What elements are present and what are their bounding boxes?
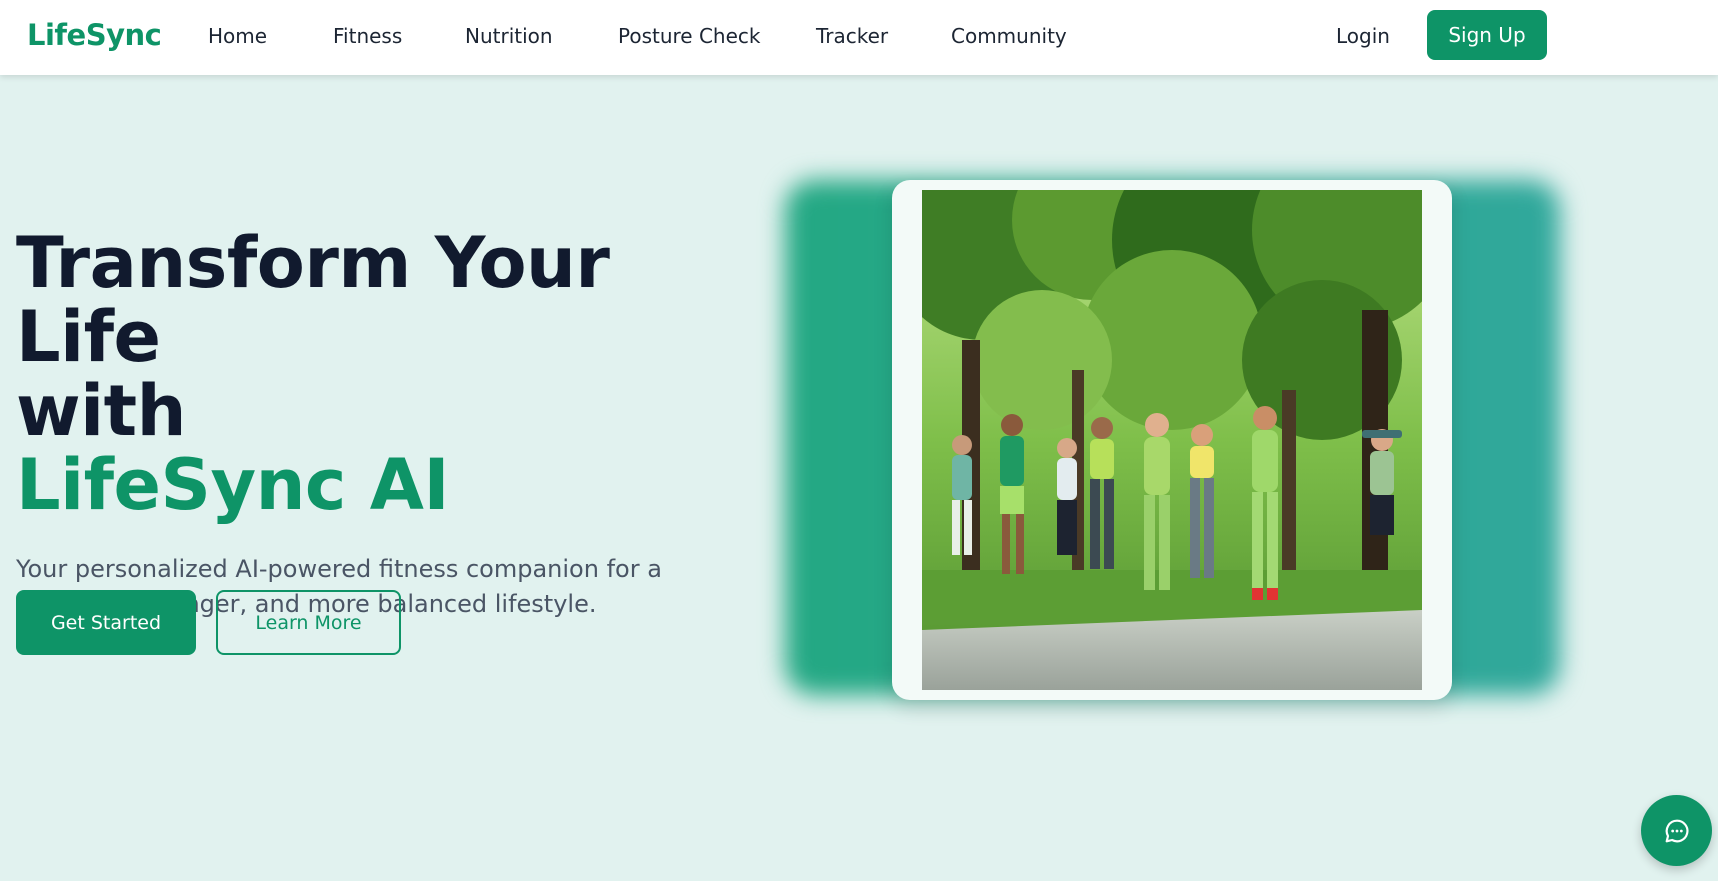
hero-section: Transform Your Life with LifeSync AI You…	[16, 226, 756, 622]
nav-link-tracker[interactable]: Tracker	[816, 24, 888, 48]
get-started-button[interactable]: Get Started	[16, 590, 196, 655]
signup-button[interactable]: Sign Up	[1427, 10, 1547, 60]
hero-headline: Transform Your Life with LifeSync AI	[16, 226, 756, 522]
brand-logo[interactable]: LifeSync	[27, 18, 162, 52]
learn-more-button[interactable]: Learn More	[216, 590, 401, 655]
login-link[interactable]: Login	[1336, 24, 1390, 48]
nav-link-posture-check[interactable]: Posture Check	[618, 24, 761, 48]
nav-link-home[interactable]: Home	[208, 24, 267, 48]
chat-bubble-icon	[1665, 819, 1688, 842]
headline-line-2: with	[16, 370, 186, 452]
hero-photo-running-group	[922, 190, 1422, 690]
headline-line-1: Transform Your Life	[16, 222, 610, 378]
park-runners-illustration	[922, 190, 1422, 690]
nav-link-nutrition[interactable]: Nutrition	[465, 24, 553, 48]
nav-link-community[interactable]: Community	[951, 24, 1067, 48]
top-navbar: LifeSync Home Fitness Nutrition Posture …	[0, 0, 1718, 75]
hero-image-frame	[892, 180, 1452, 700]
chat-button[interactable]	[1641, 795, 1712, 866]
headline-accent: LifeSync AI	[16, 444, 450, 526]
nav-link-fitness[interactable]: Fitness	[333, 24, 402, 48]
